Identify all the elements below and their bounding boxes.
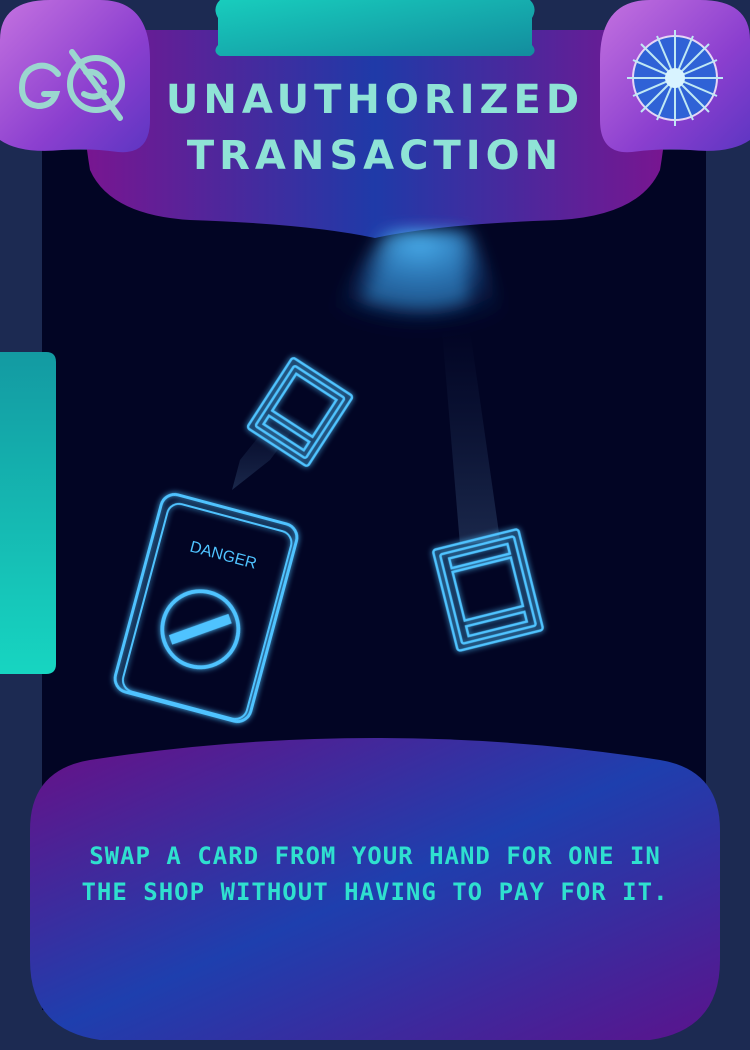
card-title-line1: UNAUTHORIZED: [165, 77, 585, 123]
compass-star-icon: [627, 30, 723, 126]
card-description: SWAP A CARD FROM YOUR HAND FOR ONE IN TH…: [81, 842, 669, 906]
top-tab: [215, 0, 535, 56]
card-title-line2: TRANSACTION: [186, 133, 564, 179]
side-tab: [0, 352, 56, 674]
card-title: UNAUTHORIZED TRANSACTION: [140, 72, 610, 184]
